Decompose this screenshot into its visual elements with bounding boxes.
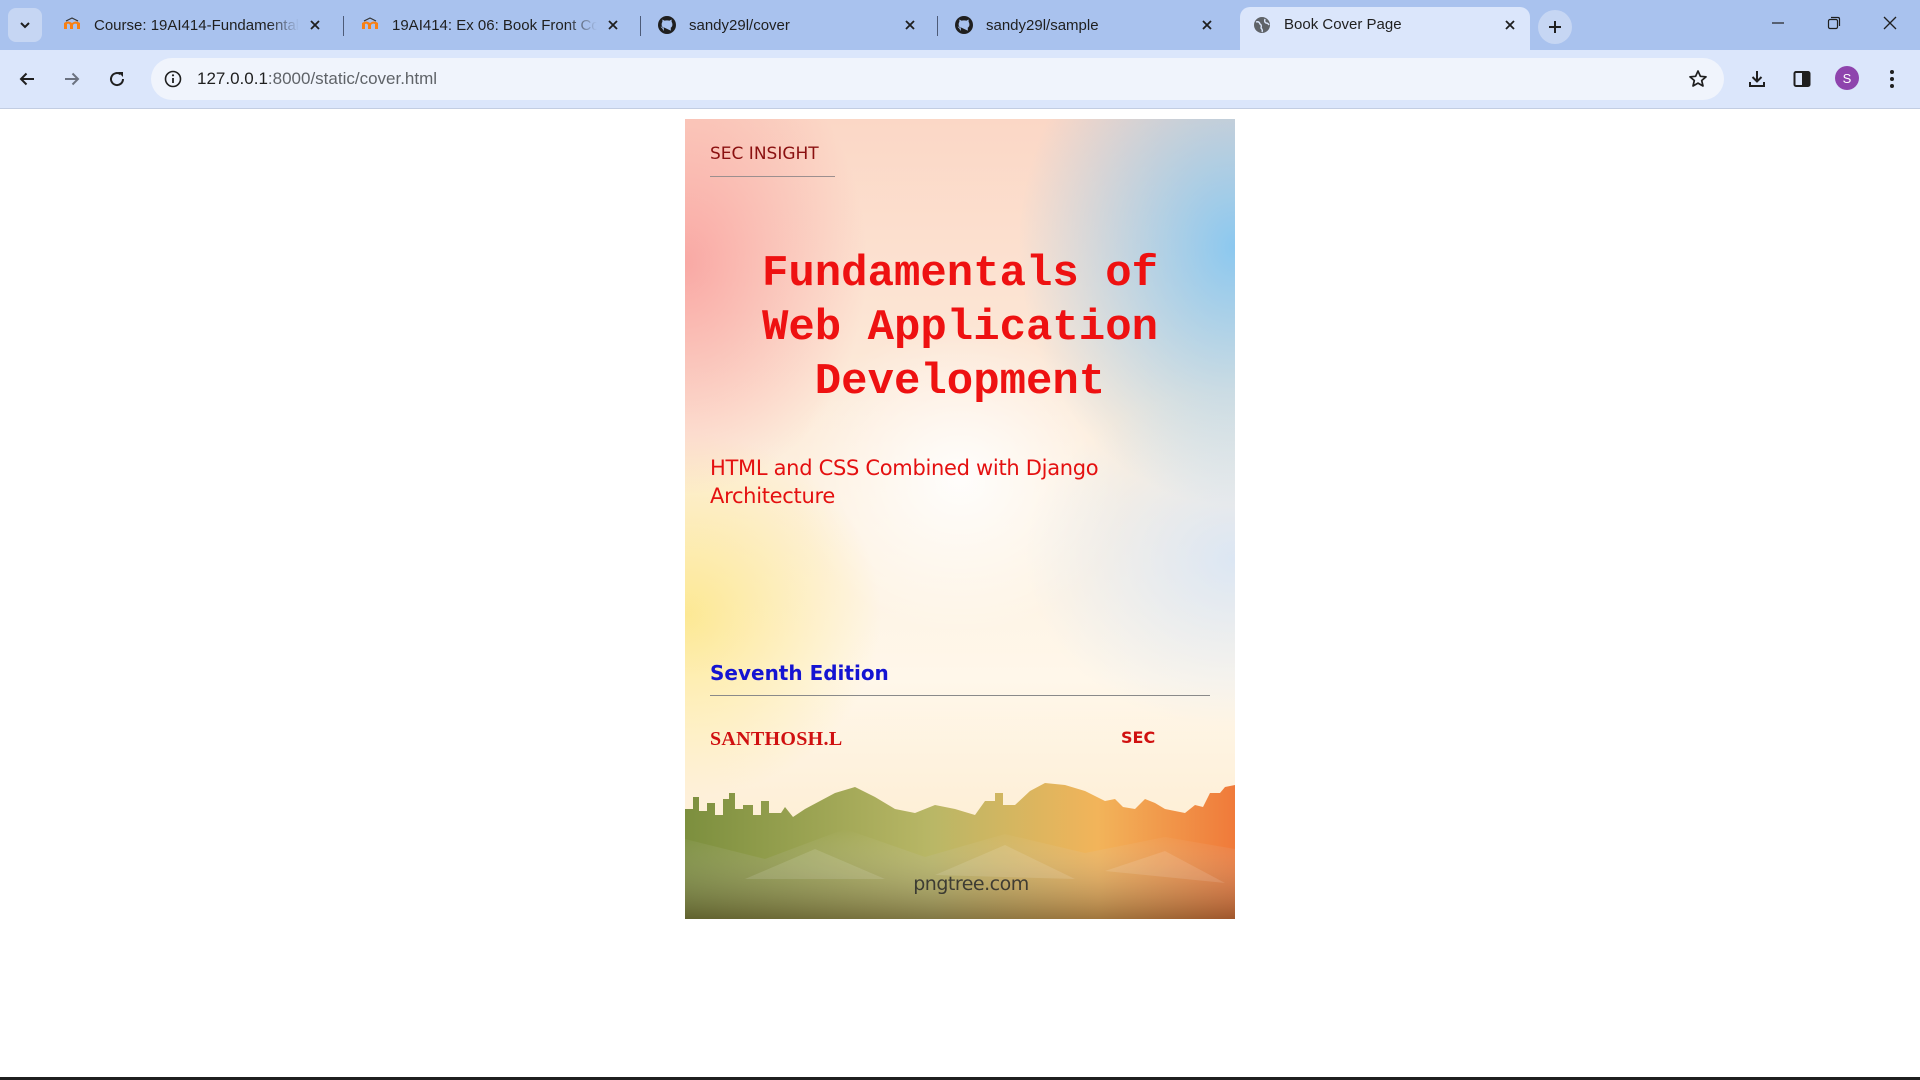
- site-info-icon[interactable]: [157, 63, 189, 95]
- tab-title: Course: 19AI414-Fundamentals of Web Appl…: [94, 16, 299, 34]
- browser-toolbar: 127.0.0.1:8000/static/cover.html S: [0, 50, 1920, 109]
- publisher-header: SEC INSIGHT: [710, 144, 819, 164]
- tab-title: Book Cover Page: [1284, 16, 1402, 33]
- city-skyline-image: [685, 783, 1235, 919]
- downloads-button[interactable]: [1739, 61, 1775, 97]
- github-icon: [954, 15, 974, 35]
- arrow-left-icon: [19, 72, 34, 86]
- minimize-button[interactable]: [1750, 0, 1806, 46]
- book-title-line: Fundamentals of: [761, 249, 1159, 299]
- restore-icon: [1827, 16, 1841, 30]
- reload-button[interactable]: [99, 61, 135, 97]
- chevron-down-icon: [20, 22, 30, 29]
- moodle-icon: [360, 15, 380, 35]
- book-title-line: Development: [814, 357, 1106, 407]
- restore-button[interactable]: [1806, 0, 1862, 46]
- tab-strip: Course: 19AI414-Fundamentals of Web Appl…: [0, 0, 1920, 50]
- tab-github-sample[interactable]: sandy29l/sample: [942, 8, 1227, 42]
- close-icon[interactable]: [1500, 15, 1520, 35]
- book-title-line: Web Application: [761, 303, 1159, 353]
- book-cover: SEC INSIGHT Fundamentals of Web Applicat…: [685, 119, 1235, 919]
- bookmark-star-icon[interactable]: [1682, 63, 1714, 95]
- tab-search-button[interactable]: [8, 8, 42, 42]
- reload-icon: [110, 72, 125, 87]
- tab-divider: [343, 16, 344, 36]
- tab-ex06[interactable]: 19AI414: Ex 06: Book Front Cover: [348, 8, 633, 42]
- close-icon[interactable]: [900, 15, 920, 35]
- url-text[interactable]: 127.0.0.1:8000/static/cover.html: [197, 69, 437, 89]
- watermark-text: pngtree.com: [913, 873, 1029, 895]
- more-vert-icon: [1890, 70, 1894, 88]
- globe-icon: [1252, 15, 1272, 35]
- address-bar[interactable]: 127.0.0.1:8000/static/cover.html: [151, 58, 1724, 100]
- new-tab-button[interactable]: [1538, 10, 1572, 44]
- close-icon[interactable]: [305, 15, 325, 35]
- close-icon[interactable]: [1197, 15, 1217, 35]
- tab-course[interactable]: Course: 19AI414-Fundamentals of Web Appl…: [50, 8, 335, 42]
- page-viewport: SEC INSIGHT Fundamentals of Web Applicat…: [0, 109, 1920, 1077]
- url-path: :8000/static/cover.html: [267, 69, 438, 88]
- download-icon: [1749, 71, 1765, 87]
- profile-avatar[interactable]: S: [1835, 66, 1859, 90]
- tab-title: sandy29l/cover: [689, 16, 790, 34]
- book-title: Fundamentals of Web Application Developm…: [715, 247, 1205, 409]
- divider: [710, 176, 835, 177]
- tab-title: sandy29l/sample: [986, 16, 1099, 34]
- divider: [710, 695, 1210, 696]
- publisher-name: SEC: [1121, 728, 1156, 747]
- plus-icon: [1549, 21, 1561, 33]
- side-panel-icon: [1793, 71, 1811, 87]
- author-name: SANTHOSH.L: [710, 728, 843, 750]
- side-panel-button[interactable]: [1784, 61, 1820, 97]
- edition-label: Seventh Edition: [710, 661, 889, 685]
- arrow-right-icon: [65, 72, 80, 86]
- close-icon: [1883, 16, 1897, 30]
- tab-github-cover[interactable]: sandy29l/cover: [645, 8, 930, 42]
- tab-divider: [937, 16, 938, 36]
- url-host: 127.0.0.1: [197, 69, 268, 88]
- menu-button[interactable]: [1874, 61, 1910, 97]
- minimize-icon: [1772, 22, 1784, 24]
- tab-divider: [640, 16, 641, 36]
- tab-title: 19AI414: Ex 06: Book Front Cover: [392, 16, 597, 34]
- back-button[interactable]: [9, 61, 45, 97]
- tab-book-cover-page[interactable]: Book Cover Page: [1240, 7, 1530, 50]
- moodle-icon: [62, 15, 82, 35]
- close-window-button[interactable]: [1862, 0, 1918, 46]
- forward-button[interactable]: [54, 61, 90, 97]
- book-subtitle: HTML and CSS Combined with Django Archit…: [710, 456, 1099, 508]
- close-icon[interactable]: [603, 15, 623, 35]
- github-icon: [657, 15, 677, 35]
